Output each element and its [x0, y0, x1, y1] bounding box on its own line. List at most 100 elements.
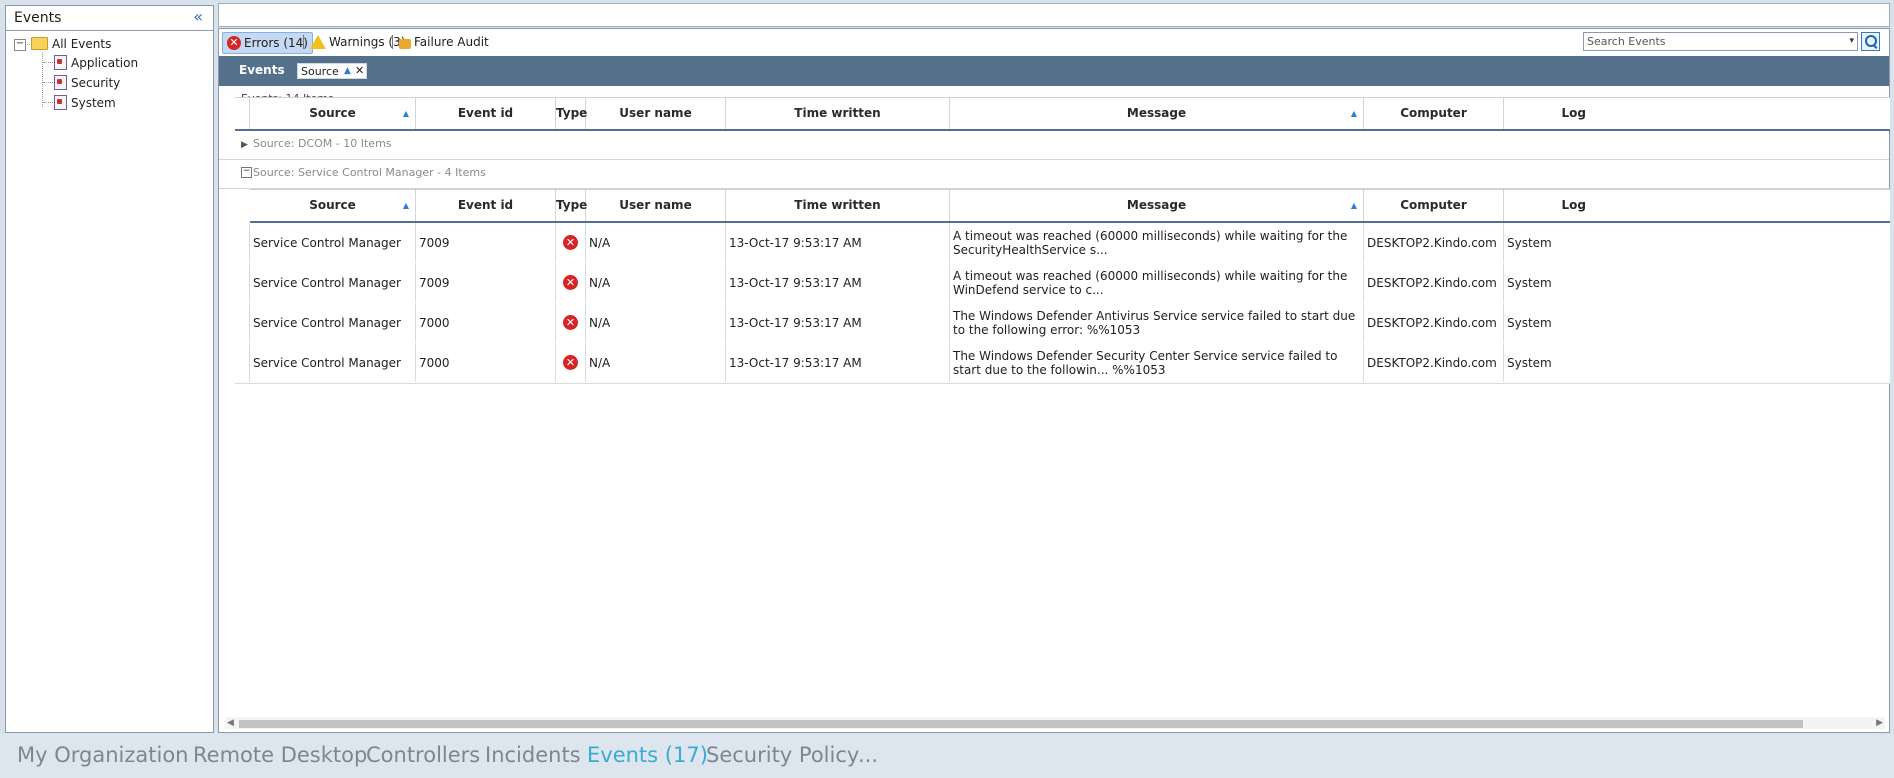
nav-tab-security-policy[interactable]: Security Policy [706, 743, 859, 767]
table-row[interactable]: Service Control Manager 7009 ✕ N/A 13-Oc… [235, 263, 1890, 304]
column-header-message[interactable]: Message ▲ [950, 190, 1364, 221]
cell-event-id: 7000 [416, 343, 556, 382]
cell-user-name: N/A [586, 223, 726, 262]
column-header-message[interactable]: Message ▲ [950, 98, 1364, 129]
table-row[interactable]: Service Control Manager 7000 ✕ N/A 13-Oc… [235, 303, 1890, 344]
scroll-right-icon[interactable]: ▶ [1876, 718, 1883, 728]
group-row-label: Source: DCOM - 10 Items [253, 137, 392, 150]
sort-ascending-icon[interactable]: ▲ [344, 63, 351, 79]
cell-type: ✕ [556, 343, 586, 382]
error-icon: ✕ [563, 315, 578, 330]
warnings-filter-button[interactable]: Warnings (3) [306, 32, 409, 52]
column-header-time-written[interactable]: Time written [726, 98, 950, 129]
horizontal-scrollbar[interactable]: ◀ ▶ [225, 717, 1885, 729]
top-strip [218, 3, 1890, 27]
scrollbar-thumb[interactable] [239, 720, 1803, 728]
tree-item-security[interactable]: Security [54, 74, 120, 92]
row-indent [235, 223, 250, 262]
tree-panel-header: Events « [6, 6, 213, 31]
cell-source: Service Control Manager [250, 263, 416, 302]
column-header-log[interactable]: Log [1504, 98, 1594, 129]
group-bar-label: Events [239, 63, 285, 77]
cell-event-id: 7009 [416, 263, 556, 302]
column-header-label: Message [1126, 198, 1187, 212]
expand-group-icon[interactable]: ▶ [241, 140, 248, 150]
cell-log: System [1507, 235, 1552, 250]
nav-more-button[interactable]: ... [858, 743, 878, 767]
row-indent [235, 303, 250, 342]
cell-source: Service Control Manager [250, 343, 416, 382]
nav-tab-events[interactable]: Events (17) [587, 743, 708, 767]
tree-item-label: All Events [52, 37, 112, 51]
tree-item-all-events[interactable]: All Events [31, 35, 111, 53]
search-icon[interactable] [1861, 32, 1880, 51]
column-header-source[interactable]: Source ▲ [250, 98, 416, 129]
nav-tab-remote-desktop[interactable]: Remote Desktop [193, 743, 367, 767]
cell-computer: DESKTOP2.Kindo.com [1364, 303, 1504, 342]
cell-message: A timeout was reached (60000 millisecond… [950, 263, 1364, 302]
cell-user-name: N/A [586, 343, 726, 382]
failure-audit-filter-button[interactable]: Failure Audit [395, 32, 493, 52]
column-header-user-name[interactable]: User name [586, 190, 726, 221]
tree-item-label: Security [71, 76, 121, 90]
column-header-label: Source [309, 106, 356, 120]
column-header-event-id[interactable]: Event id [416, 190, 556, 221]
column-header-log[interactable]: Log [1504, 190, 1594, 221]
column-header-source[interactable]: Source ▲ [250, 190, 416, 221]
tree-item-application[interactable]: Application [54, 54, 138, 72]
error-icon: ✕ [563, 355, 578, 370]
column-header-user-name[interactable]: User name [586, 98, 726, 129]
cell-time-written: 13-Oct-17 9:53:17 AM [726, 343, 950, 382]
warnings-filter-label: Warnings (3) [329, 35, 406, 49]
tree-collapse-icon[interactable]: − [14, 39, 26, 51]
cell-log: System [1507, 355, 1552, 370]
cell-computer: DESKTOP2.Kindo.com [1364, 263, 1504, 302]
column-header-type[interactable]: Type [556, 98, 587, 129]
errors-filter-label: Errors (14) [244, 36, 308, 50]
filter-toolbar: ✕ Errors (14) Warnings (3) Failure Audit … [219, 29, 1889, 56]
row-indent [235, 343, 250, 382]
toolbar-separator [303, 35, 304, 49]
column-header-type[interactable]: Type [556, 190, 587, 221]
events-tree-panel: Events « − All Events Application Securi… [5, 5, 214, 733]
grid-header-row: Source ▲ Event id Type User name Time wri… [235, 97, 1890, 132]
nav-tab-incidents[interactable]: Incidents [485, 743, 581, 767]
column-header-computer[interactable]: Computer [1364, 190, 1504, 221]
cell-user-name: N/A [586, 263, 726, 302]
tree-item-label: Application [71, 56, 139, 70]
event-log-icon [54, 75, 67, 90]
group-row-service-control-manager[interactable]: − Source: Service Control Manager - 4 It… [219, 160, 1889, 189]
cell-computer: DESKTOP2.Kindo.com [1364, 223, 1504, 262]
group-by-source-chip[interactable]: Source ▲ ✕ [297, 63, 367, 79]
tree-panel-title: Events [14, 10, 62, 26]
collapse-panel-button[interactable]: « [193, 7, 203, 26]
chevron-down-icon[interactable]: ▾ [1849, 33, 1854, 50]
cell-user-name: N/A [586, 303, 726, 342]
search-input[interactable]: Search Events ▾ [1583, 32, 1858, 51]
group-chip-label: Source [301, 65, 339, 78]
group-row-dcom[interactable]: ▶ Source: DCOM - 10 Items [219, 131, 1889, 160]
table-row[interactable]: Service Control Manager 7009 ✕ N/A 13-Oc… [235, 223, 1890, 264]
warning-icon [310, 34, 326, 49]
scroll-left-icon[interactable]: ◀ [227, 718, 234, 728]
error-icon: ✕ [227, 35, 241, 50]
column-header-time-written[interactable]: Time written [726, 190, 950, 221]
nav-tab-controllers[interactable]: Controllers [366, 743, 480, 767]
cell-message: The Windows Defender Antivirus Service s… [950, 303, 1364, 342]
column-header-event-id[interactable]: Event id [416, 98, 556, 129]
table-row[interactable]: Service Control Manager 7000 ✕ N/A 13-Oc… [235, 343, 1890, 384]
event-log-icon [54, 55, 67, 70]
collapse-group-icon[interactable]: − [241, 167, 252, 178]
nav-tab-my-organization[interactable]: My Organization [17, 743, 188, 767]
remove-group-icon[interactable]: ✕ [355, 63, 364, 79]
tree-item-system[interactable]: System [54, 94, 116, 112]
cell-event-id: 7000 [416, 303, 556, 342]
error-icon: ✕ [563, 235, 578, 250]
errors-filter-button[interactable]: ✕ Errors (14) [222, 32, 313, 54]
sort-ascending-icon: ▲ [402, 109, 409, 118]
group-header-row: Source ▲ Event id Type User name Time wri… [250, 189, 1890, 224]
sort-ascending-icon: ▲ [1350, 201, 1357, 210]
cell-message: A timeout was reached (60000 millisecond… [950, 223, 1364, 262]
column-header-computer[interactable]: Computer [1364, 98, 1504, 129]
folder-icon [31, 37, 48, 50]
